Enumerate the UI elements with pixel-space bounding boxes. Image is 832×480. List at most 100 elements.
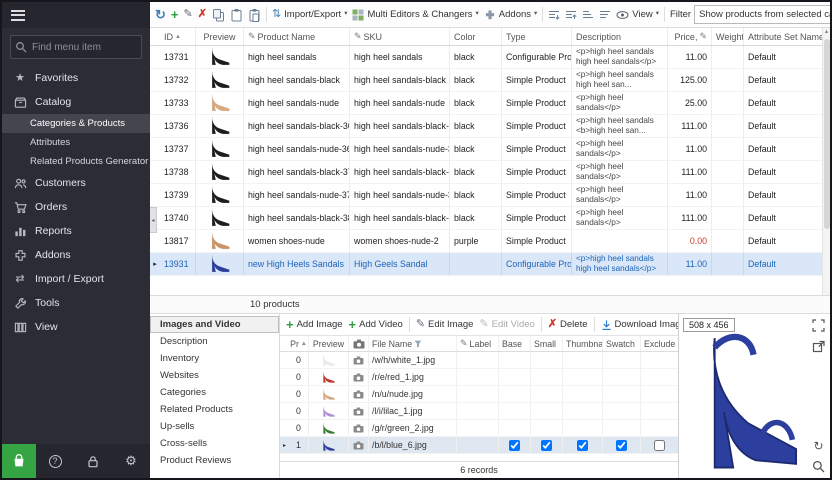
edit-video-button[interactable]: ✎Edit Video bbox=[477, 317, 536, 332]
col-id-header[interactable]: ID▲ bbox=[160, 28, 196, 45]
col-weight-header[interactable]: Weight bbox=[712, 28, 744, 45]
col-label-header[interactable]: ✎Label bbox=[457, 336, 499, 351]
tab-product-reviews[interactable]: Product Reviews bbox=[150, 452, 279, 469]
help-button[interactable]: ? bbox=[36, 455, 74, 468]
copy-button[interactable] bbox=[210, 6, 227, 24]
sidebar-item-categories-products[interactable]: Categories & Products bbox=[2, 114, 150, 133]
refresh-button[interactable]: ↻ bbox=[153, 6, 168, 23]
row-expander bbox=[150, 138, 160, 160]
delete-product-button[interactable]: ✗ bbox=[196, 7, 209, 22]
product-row-selected[interactable]: ▸ 13931 new High Heels Sandals High Geel… bbox=[150, 253, 822, 276]
col-sku-header[interactable]: ✎SKU bbox=[350, 28, 450, 45]
open-external-icon[interactable] bbox=[812, 340, 825, 353]
multi-editors-button[interactable]: Multi Editors & Changers ▾ bbox=[350, 7, 480, 23]
edit-image-button[interactable]: ✎Edit Image bbox=[414, 317, 476, 332]
image-row[interactable]: 0 /r/e/red_1.jpg bbox=[280, 369, 678, 386]
base-checkbox[interactable] bbox=[509, 440, 520, 451]
col-product-name-header[interactable]: ✎Product Name bbox=[244, 28, 350, 45]
addons-button[interactable]: Addons ▾ bbox=[482, 7, 540, 23]
col-swatch-header[interactable]: Swatch bbox=[603, 336, 641, 351]
zoom-icon[interactable] bbox=[812, 460, 825, 473]
sidebar-item-orders[interactable]: Orders bbox=[2, 195, 150, 219]
exclude-checkbox[interactable] bbox=[654, 440, 665, 451]
sidebar-item-catalog[interactable]: Catalog bbox=[2, 90, 150, 114]
col-type-header[interactable]: Type bbox=[502, 28, 572, 45]
sidebar-item-addons[interactable]: Addons bbox=[2, 243, 150, 267]
col-description-header[interactable]: Description bbox=[572, 28, 668, 45]
col-price-header[interactable]: Price,✎ bbox=[668, 28, 712, 45]
swatch-checkbox[interactable] bbox=[616, 440, 627, 451]
image-row[interactable]: 0 /n/u/nude.jpg bbox=[280, 386, 678, 403]
product-row[interactable]: 13817 women shoes-nude women shoes-nude-… bbox=[150, 230, 822, 253]
cell-price: 11.00 bbox=[668, 138, 712, 160]
tab-images-and-video[interactable]: Images and Video bbox=[150, 316, 279, 333]
sidebar-item-customers[interactable]: Customers bbox=[2, 171, 150, 195]
col-file-name-header[interactable]: File Name bbox=[369, 336, 457, 351]
product-row[interactable]: 13737 high heel sandals-nude-36 high hee… bbox=[150, 138, 822, 161]
sort-desc-button[interactable] bbox=[597, 7, 613, 23]
sidebar-item-tools[interactable]: Tools bbox=[2, 291, 150, 315]
product-row[interactable]: 13740 high heel sandals-black-38 high he… bbox=[150, 207, 822, 230]
hamburger-menu-icon[interactable] bbox=[11, 10, 25, 21]
settings-button[interactable]: ⚙ bbox=[112, 453, 150, 469]
collapse-groups-button[interactable] bbox=[563, 7, 579, 23]
tab-websites[interactable]: Websites bbox=[150, 367, 279, 384]
tab-description[interactable]: Description bbox=[150, 333, 279, 350]
small-checkbox[interactable] bbox=[541, 440, 552, 451]
sidebar-item-reports[interactable]: Reports bbox=[2, 219, 150, 243]
sidebar-item-view[interactable]: View bbox=[2, 315, 150, 339]
col-exclude-header[interactable]: Exclude bbox=[641, 336, 678, 351]
download-image-button[interactable]: Download Image bbox=[599, 317, 679, 333]
add-product-button[interactable]: + bbox=[169, 6, 181, 23]
expand-groups-button[interactable] bbox=[546, 7, 562, 23]
product-row[interactable]: 13739 high heel sandals-nude-37 high hee… bbox=[150, 184, 822, 207]
add-video-button[interactable]: +Add Video bbox=[347, 316, 405, 333]
tab-inventory[interactable]: Inventory bbox=[150, 350, 279, 367]
paste-button[interactable] bbox=[228, 6, 245, 24]
col-preview-header[interactable]: Preview bbox=[309, 336, 349, 351]
col-attribute-set-header[interactable]: Attribute Set Name bbox=[744, 28, 822, 45]
col-small-header[interactable]: Small bbox=[531, 336, 563, 351]
cell-file-name: /r/e/red_1.jpg bbox=[369, 369, 457, 385]
col-preview-header[interactable]: Preview bbox=[196, 28, 244, 45]
product-row[interactable]: 13732 high heel sandals-black high heel … bbox=[150, 69, 822, 92]
filter-mode-select[interactable]: Show products from selected categories ▾ bbox=[694, 5, 830, 24]
image-row[interactable]: 0 /l/i/lilac_1.jpg bbox=[280, 403, 678, 420]
image-row[interactable]: 0 /w/h/white_1.jpg bbox=[280, 352, 678, 369]
add-image-button[interactable]: +Add Image bbox=[284, 316, 345, 333]
tab-cross-sells[interactable]: Cross-sells bbox=[150, 435, 279, 452]
image-row-selected[interactable]: ▸ 1 /b/l/blue_6.jpg bbox=[280, 437, 678, 454]
product-row[interactable]: 13731 high heel sandals high heel sandal… bbox=[150, 46, 822, 69]
col-pr-header[interactable]: Pr▲ bbox=[289, 336, 309, 351]
col-base-header[interactable]: Base bbox=[499, 336, 531, 351]
tab-up-sells[interactable]: Up-sells bbox=[150, 418, 279, 435]
lock-button[interactable] bbox=[74, 455, 112, 468]
app-logo[interactable] bbox=[2, 444, 36, 478]
fullscreen-icon[interactable] bbox=[812, 319, 825, 332]
col-color-header[interactable]: Color bbox=[450, 28, 502, 45]
rotate-icon[interactable]: ↻ bbox=[813, 440, 823, 452]
sidebar-item-related-products-generator[interactable]: Related Products Generator bbox=[2, 152, 150, 171]
paste-special-button[interactable] bbox=[246, 6, 263, 24]
view-button[interactable]: View ▾ bbox=[614, 7, 661, 22]
tab-related-products[interactable]: Related Products bbox=[150, 401, 279, 418]
col-camera-header[interactable] bbox=[349, 336, 369, 351]
thumbnail-checkbox[interactable] bbox=[577, 440, 588, 451]
delete-image-button[interactable]: ✗Delete bbox=[546, 317, 590, 332]
product-row[interactable]: 13738 high heel sandals-black-37 high he… bbox=[150, 161, 822, 184]
image-row[interactable]: 0 /g/r/green_2.jpg bbox=[280, 420, 678, 437]
grid-vertical-scrollbar[interactable]: ▲ bbox=[822, 28, 830, 295]
edit-product-button[interactable]: ✎ bbox=[182, 7, 195, 22]
sidebar-item-import-export[interactable]: ⇄ Import / Export bbox=[2, 267, 150, 291]
tab-categories[interactable]: Categories bbox=[150, 384, 279, 401]
sidebar-item-attributes[interactable]: Attributes bbox=[2, 133, 150, 152]
col-thumbnail-header[interactable]: Thumbna bbox=[563, 336, 603, 351]
scrollbar-thumb[interactable] bbox=[824, 39, 830, 229]
sidebar-collapse-handle[interactable]: ◂ bbox=[150, 207, 157, 233]
product-row[interactable]: 13733 high heel sandals-nude high heel s… bbox=[150, 92, 822, 115]
menu-search-input[interactable] bbox=[10, 35, 142, 59]
sort-asc-button[interactable] bbox=[580, 7, 596, 23]
product-row[interactable]: 13736 high heel sandals-black-36 high he… bbox=[150, 115, 822, 138]
import-export-button[interactable]: ⇅ Import/Export ▾ bbox=[270, 7, 350, 22]
sidebar-item-favorites[interactable]: ★ Favorites bbox=[2, 66, 150, 90]
